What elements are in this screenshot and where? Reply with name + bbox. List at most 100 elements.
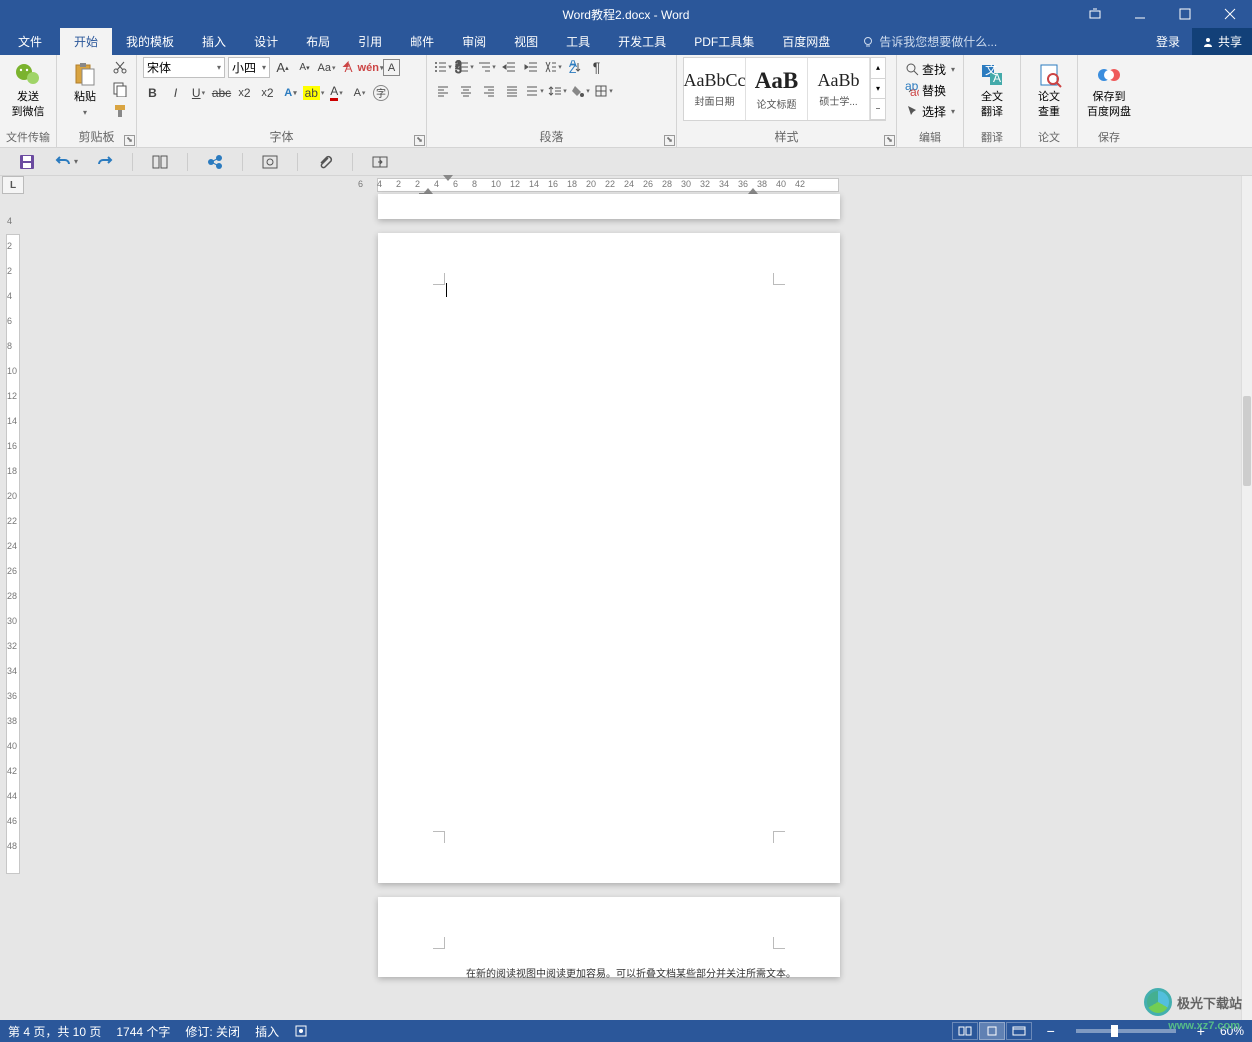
bold-button[interactable]: B — [143, 83, 162, 102]
styles-dialog-launcher[interactable]: ⬊ — [884, 135, 895, 146]
enclose-char-button[interactable]: 字 — [373, 85, 389, 101]
tab-file[interactable]: 文件 — [0, 28, 60, 55]
align-distributed-button[interactable] — [525, 81, 544, 100]
status-mode[interactable]: 插入 — [255, 1023, 279, 1040]
align-right-button[interactable] — [479, 81, 498, 100]
zoom-in-button[interactable]: + — [1197, 1023, 1205, 1039]
horizontal-ruler[interactable]: 6422468101214161820222426283032343638404… — [28, 176, 1241, 194]
style-item-2[interactable]: AaBb硕士学... — [808, 58, 870, 120]
attachment-icon[interactable] — [316, 153, 334, 171]
scrollbar-thumb[interactable] — [1243, 396, 1251, 486]
full-translate-button[interactable]: 文A 全文翻译 — [970, 57, 1014, 119]
tab-selector[interactable]: L — [2, 176, 24, 194]
undo-button[interactable]: ▾ — [54, 153, 78, 171]
tab-insert[interactable]: 插入 — [188, 28, 240, 55]
macro-record-icon[interactable] — [294, 1024, 308, 1038]
show-marks-button[interactable]: ¶ — [587, 57, 606, 76]
asian-layout-button[interactable] — [543, 57, 562, 76]
char-shading-button[interactable]: A — [350, 83, 369, 102]
font-color-button[interactable]: A — [327, 83, 346, 102]
align-left-button[interactable] — [433, 81, 452, 100]
status-words[interactable]: 1744 个字 — [116, 1023, 170, 1040]
style-item-0[interactable]: AaBbCc封面日期 — [684, 58, 746, 120]
view-read-mode[interactable] — [952, 1022, 978, 1040]
transfer-icon[interactable] — [371, 153, 389, 171]
align-justify-button[interactable] — [502, 81, 521, 100]
text-effects-button[interactable]: A — [281, 83, 300, 102]
tab-baidu[interactable]: 百度网盘 — [768, 28, 844, 55]
vertical-scrollbar[interactable] — [1241, 176, 1252, 1020]
save-icon[interactable] — [18, 153, 36, 171]
copy-button[interactable] — [110, 79, 130, 99]
sign-in-button[interactable]: 登录 — [1144, 33, 1192, 50]
tell-me-search[interactable]: 告诉我您想要做什么... — [844, 28, 997, 55]
char-border-button[interactable]: A — [383, 59, 400, 76]
thesis-check-button[interactable]: 论文查重 — [1027, 57, 1071, 119]
line-spacing-button[interactable] — [548, 81, 567, 100]
font-dialog-launcher[interactable]: ⬊ — [414, 135, 425, 146]
tab-layout[interactable]: 布局 — [292, 28, 344, 55]
phonetic-guide-button[interactable]: wén — [361, 58, 380, 77]
tab-templates[interactable]: 我的模板 — [112, 28, 188, 55]
borders-button[interactable] — [594, 81, 613, 100]
view-print-layout[interactable] — [979, 1022, 1005, 1040]
view-web-layout[interactable] — [1006, 1022, 1032, 1040]
zoom-slider[interactable] — [1076, 1029, 1176, 1033]
share-link-icon[interactable] — [206, 153, 224, 171]
tab-references[interactable]: 引用 — [344, 28, 396, 55]
change-case-button[interactable]: Aa — [317, 58, 336, 77]
tab-review[interactable]: 审阅 — [448, 28, 500, 55]
strikethrough-button[interactable]: abc — [212, 83, 231, 102]
paragraph-dialog-launcher[interactable]: ⬊ — [664, 135, 675, 146]
shading-button[interactable] — [571, 81, 590, 100]
save-to-baidu-button[interactable]: 保存到百度网盘 — [1084, 57, 1134, 119]
page-canvas[interactable]: 在新的阅读视图中阅读更加容易。可以折叠文档某些部分并关注所需文本。 — [378, 194, 840, 991]
close-button[interactable] — [1207, 0, 1252, 28]
italic-button[interactable]: I — [166, 83, 185, 102]
vertical-ruler[interactable]: 4224681012141618202224262830323436384042… — [0, 194, 24, 1020]
cut-button[interactable] — [110, 57, 130, 77]
subscript-button[interactable]: x2 — [235, 83, 254, 102]
tab-view[interactable]: 视图 — [500, 28, 552, 55]
clear-formatting-button[interactable]: A◢ — [339, 58, 358, 77]
clipboard-dialog-launcher[interactable]: ⬊ — [124, 135, 135, 146]
underline-button[interactable]: U — [189, 83, 208, 102]
multilevel-list-button[interactable] — [477, 57, 496, 76]
sort-button[interactable]: AZ — [565, 57, 584, 76]
zoom-level[interactable]: 60% — [1220, 1024, 1244, 1038]
replace-button[interactable]: abac替换 — [903, 80, 957, 100]
tab-dev[interactable]: 开发工具 — [604, 28, 680, 55]
styles-scroll[interactable]: ▴▾⎯ — [870, 58, 885, 120]
select-button[interactable]: 选择▾ — [903, 101, 957, 121]
paste-button[interactable]: 粘贴▾ — [63, 57, 107, 119]
ribbon-display-options-button[interactable] — [1072, 0, 1117, 28]
tab-tools[interactable]: 工具 — [552, 28, 604, 55]
zoom-out-button[interactable]: − — [1047, 1023, 1055, 1039]
share-button[interactable]: 共享 — [1192, 28, 1252, 55]
find-button[interactable]: 查找▾ — [903, 59, 957, 79]
format-painter-button[interactable] — [110, 101, 130, 121]
style-item-1[interactable]: AaB论文标题 — [746, 58, 808, 120]
redo-icon[interactable] — [96, 153, 114, 171]
tab-pdf[interactable]: PDF工具集 — [680, 28, 768, 55]
side-by-side-icon[interactable] — [151, 153, 169, 171]
grow-font-button[interactable]: A▴ — [273, 58, 292, 77]
superscript-button[interactable]: x2 — [258, 83, 277, 102]
tab-home[interactable]: 开始 — [60, 28, 112, 55]
status-page[interactable]: 第 4 页，共 10 页 — [8, 1023, 101, 1040]
status-track[interactable]: 修订: 关闭 — [185, 1023, 240, 1040]
decrease-indent-button[interactable] — [499, 57, 518, 76]
minimize-button[interactable] — [1117, 0, 1162, 28]
send-to-wechat-button[interactable]: 发送到微信 — [6, 57, 50, 119]
tab-design[interactable]: 设计 — [240, 28, 292, 55]
increase-indent-button[interactable] — [521, 57, 540, 76]
highlight-button[interactable]: ab — [304, 83, 323, 102]
bullets-button[interactable] — [433, 57, 452, 76]
align-center-button[interactable] — [456, 81, 475, 100]
styles-gallery[interactable]: AaBbCc封面日期 AaB论文标题 AaBb硕士学... ▴▾⎯ — [683, 57, 886, 121]
tab-mail[interactable]: 邮件 — [396, 28, 448, 55]
font-size-combo[interactable]: 小四▾ — [228, 57, 270, 78]
maximize-button[interactable] — [1162, 0, 1207, 28]
shrink-font-button[interactable]: A▾ — [295, 58, 314, 77]
screenshot-icon[interactable] — [261, 153, 279, 171]
